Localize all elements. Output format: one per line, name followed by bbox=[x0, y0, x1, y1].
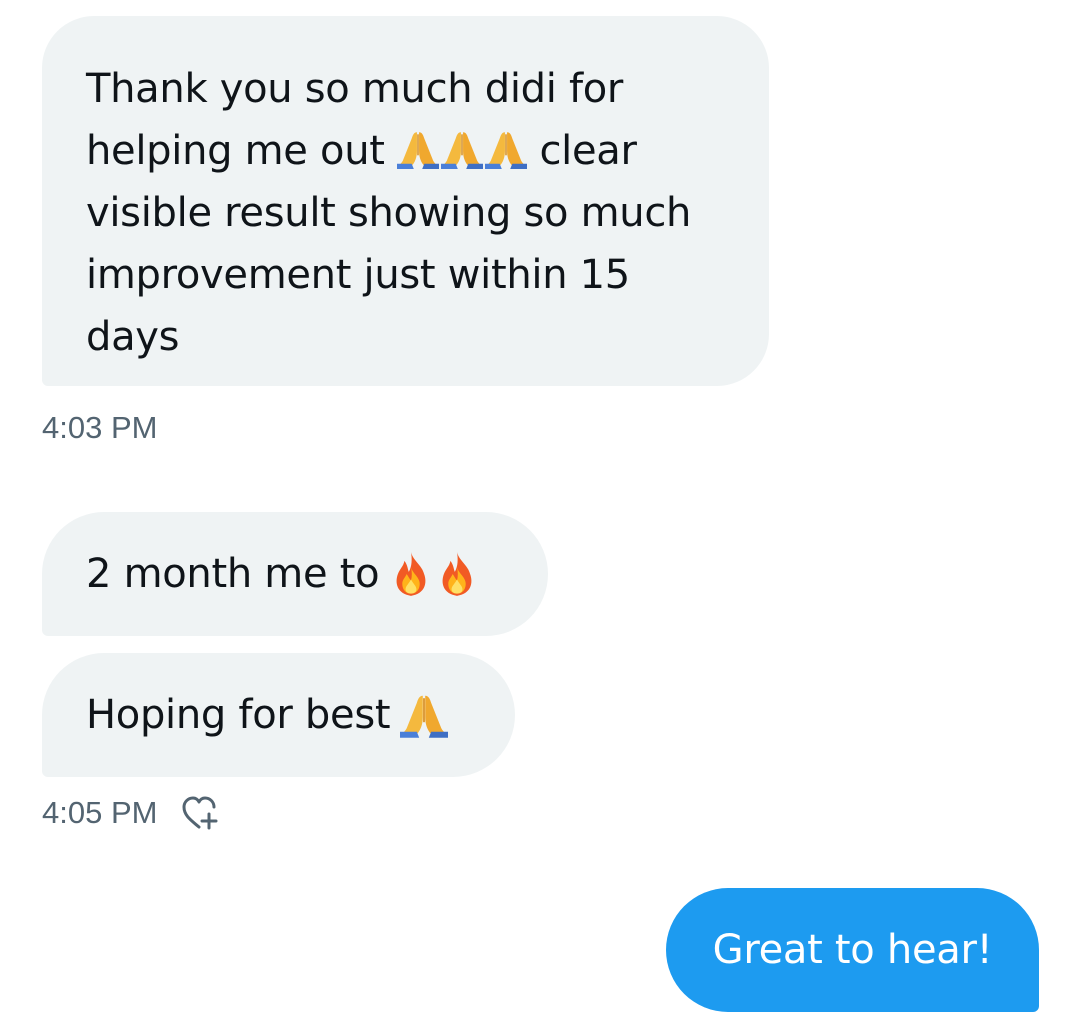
message-timestamp: 4:03 PM bbox=[42, 410, 158, 445]
message-line: clear bbox=[539, 128, 637, 174]
message-line: Thank you so much didi for bbox=[86, 66, 624, 112]
message-text: 2 month me to bbox=[86, 551, 380, 597]
message-timestamp: 4:05 PM bbox=[42, 795, 158, 830]
emoji-group bbox=[389, 550, 479, 598]
add-reaction-heart-icon[interactable] bbox=[179, 793, 223, 833]
folded-hands-icon bbox=[441, 128, 483, 170]
message-bubble-received[interactable]: Thank you so much didi for helping me ou… bbox=[42, 16, 769, 386]
folded-hands-icon bbox=[397, 128, 439, 170]
folded-hands-icon bbox=[400, 691, 448, 739]
message-line: helping me out bbox=[86, 128, 385, 174]
message-line: visible result showing so much bbox=[86, 190, 692, 236]
message-bubble-received[interactable]: Hoping for best bbox=[42, 653, 515, 777]
folded-hands-icon bbox=[485, 128, 527, 170]
message-text: Thank you so much didi for helping me ou… bbox=[86, 58, 729, 368]
message-text: Great to hear! bbox=[712, 927, 993, 973]
message-bubble-sent[interactable]: Great to hear! bbox=[666, 888, 1039, 1012]
message-bubble-received[interactable]: 2 month me to bbox=[42, 512, 548, 636]
fire-icon bbox=[389, 550, 433, 598]
emoji-group bbox=[397, 128, 527, 170]
message-line: improvement just within 15 bbox=[86, 252, 630, 298]
message-text: Hoping for best bbox=[86, 692, 391, 738]
message-line: days bbox=[86, 314, 180, 360]
message-meta: 4:05 PM bbox=[42, 793, 223, 833]
fire-icon bbox=[435, 550, 479, 598]
